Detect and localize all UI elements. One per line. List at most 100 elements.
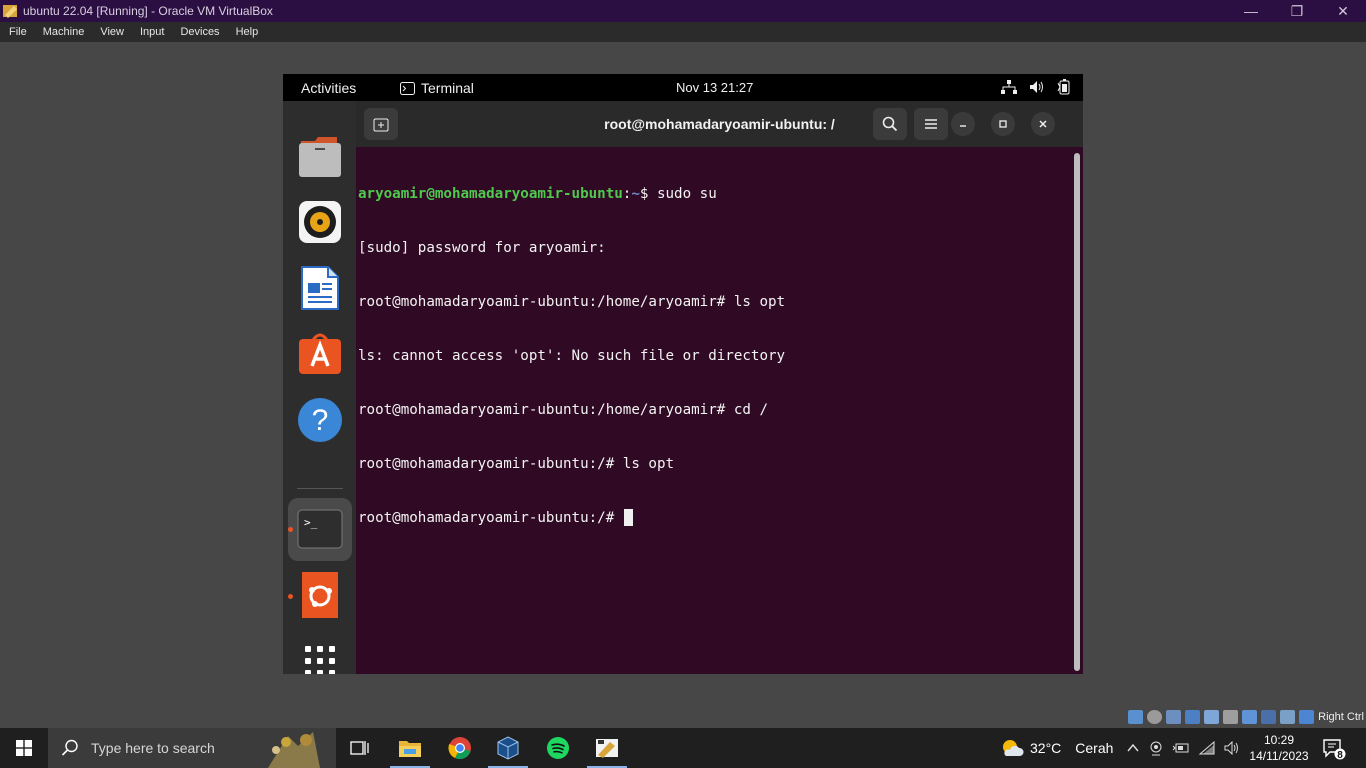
command-text: $ sudo su — [639, 186, 717, 202]
text-cursor — [623, 509, 633, 526]
show-apps-icon — [305, 646, 335, 674]
notification-count: 8 — [1337, 750, 1343, 761]
hard-disk-icon[interactable] — [1128, 710, 1144, 724]
taskbar-search-box[interactable]: Type here to search — [48, 728, 336, 768]
battery-charging-icon[interactable] — [1172, 741, 1190, 755]
weather-widget[interactable]: 32°C Cerah — [1000, 738, 1113, 758]
usb-icon[interactable] — [1204, 710, 1220, 724]
terminal-line: [sudo] password for aryoamir: — [358, 240, 606, 256]
ubuntu-installer-icon — [302, 572, 338, 618]
app-menu-terminal[interactable]: Terminal — [400, 80, 474, 96]
close-icon — [1039, 120, 1047, 128]
virtualbox-statusbar: Right Ctrl — [1128, 707, 1366, 727]
recording-icon[interactable] — [1261, 710, 1277, 724]
taskbar-chrome[interactable] — [436, 728, 484, 768]
prompt-path: ~ — [631, 186, 640, 202]
taskbar-spotify[interactable] — [534, 728, 582, 768]
windows-taskbar: Type here to search 32°C Cerah 10:29 14/… — [0, 728, 1366, 768]
taskbar-time: 10:29 — [1263, 733, 1295, 747]
menu-machine[interactable]: Machine — [34, 26, 92, 38]
running-indicator — [288, 527, 293, 532]
task-view-icon — [350, 741, 369, 755]
terminal-maximize-button[interactable] — [991, 112, 1015, 136]
start-button[interactable] — [0, 728, 48, 768]
spotify-icon — [547, 737, 569, 759]
battery-icon — [1057, 79, 1070, 95]
dock-files[interactable] — [297, 134, 343, 180]
search-icon — [61, 739, 78, 756]
weather-condition: Cerah — [1075, 740, 1114, 756]
topbar-clock[interactable]: Nov 13 21:27 — [676, 80, 753, 95]
menu-file[interactable]: File — [0, 26, 34, 38]
terminal-window[interactable]: root@mohamadaryoamir-ubuntu: / aryoamir@… — [356, 101, 1083, 674]
virtualbox-menubar: File Machine View Input Devices Help — [0, 22, 1366, 42]
taskbar-file-explorer[interactable] — [386, 728, 434, 768]
close-button[interactable]: ✕ — [1320, 0, 1366, 22]
dock-rhythmbox[interactable] — [297, 199, 343, 245]
menu-input[interactable]: Input — [131, 26, 171, 38]
notification-center-button[interactable]: 8 — [1322, 738, 1346, 761]
dock-help[interactable]: ? — [297, 397, 343, 443]
terminal-headerbar: root@mohamadaryoamir-ubuntu: / — [356, 101, 1083, 147]
system-tray[interactable] — [1001, 79, 1071, 95]
app-center-icon — [299, 333, 341, 374]
terminal-close-button[interactable] — [1031, 112, 1055, 136]
dock-ubuntu-installer[interactable] — [297, 572, 343, 618]
menu-help[interactable]: Help — [227, 26, 266, 38]
system-tray-icons — [1126, 740, 1242, 756]
libreoffice-writer-icon — [301, 266, 339, 310]
chevron-up-icon[interactable] — [1126, 741, 1140, 755]
terminal-line: aryoamir@mohamadaryoamir-ubuntu:~$ sudo … — [358, 185, 1068, 203]
virtualbox-cube-icon — [497, 736, 519, 760]
minimize-button[interactable]: — — [1228, 0, 1274, 22]
speaker-icon[interactable] — [1224, 741, 1242, 755]
terminal-line: root@mohamadaryoamir-ubuntu:/# — [358, 509, 1068, 527]
menu-devices[interactable]: Devices — [171, 26, 226, 38]
display-icon[interactable] — [1242, 710, 1258, 724]
mouse-integration-icon[interactable] — [1299, 710, 1315, 724]
help-glyph: ? — [312, 404, 329, 437]
taskbar-virtualbox-vm[interactable] — [583, 728, 631, 768]
file-explorer-icon — [399, 741, 421, 757]
terminal-icon: >_ — [297, 509, 343, 549]
guest-screen[interactable]: Activities Terminal Nov 13 21:27 ? >_ ro… — [283, 74, 1083, 674]
virtualbox-vm-icon — [596, 739, 618, 758]
webcam-icon[interactable] — [1148, 740, 1164, 756]
search-button[interactable] — [873, 108, 907, 140]
taskbar-clock[interactable]: 10:29 14/11/2023 — [1248, 732, 1310, 764]
host-key-label: Right Ctrl — [1318, 711, 1364, 723]
cpu-icon[interactable] — [1280, 710, 1296, 724]
task-view-button[interactable] — [336, 728, 384, 768]
terminal-scrollbar[interactable] — [1074, 153, 1080, 671]
dock-app-center[interactable] — [297, 330, 343, 376]
gnome-topbar: Activities Terminal Nov 13 21:27 — [283, 74, 1083, 101]
windows-logo-icon — [16, 740, 32, 756]
optical-drive-icon[interactable] — [1147, 710, 1163, 724]
files-icon — [299, 137, 341, 177]
activities-button[interactable]: Activities — [301, 80, 356, 96]
minimize-icon — [960, 125, 966, 127]
terminal-small-icon — [400, 81, 415, 95]
dock-show-apps[interactable] — [297, 638, 343, 674]
taskbar-virtualbox-manager[interactable] — [484, 728, 532, 768]
dock-libreoffice-writer[interactable] — [297, 265, 343, 311]
restore-button[interactable]: ❐ — [1274, 0, 1320, 22]
search-highlight-image — [268, 732, 320, 768]
menu-button[interactable] — [914, 108, 948, 140]
app-menu-label: Terminal — [421, 80, 474, 96]
network-adapter-icon[interactable] — [1185, 710, 1201, 724]
network-icon — [1001, 80, 1017, 94]
help-icon: ? — [298, 398, 342, 442]
terminal-output[interactable]: aryoamir@mohamadaryoamir-ubuntu:~$ sudo … — [358, 149, 1068, 669]
menu-view[interactable]: View — [91, 26, 131, 38]
taskbar-date: 14/11/2023 — [1249, 749, 1309, 763]
dock-terminal[interactable]: >_ — [297, 506, 343, 552]
audio-icon[interactable] — [1166, 710, 1182, 724]
terminal-minimize-button[interactable] — [951, 112, 975, 136]
terminal-line: root@mohamadaryoamir-ubuntu:/home/aryoam… — [358, 402, 768, 418]
terminal-glyph: >_ — [304, 516, 318, 529]
shared-folders-icon[interactable] — [1223, 710, 1239, 724]
window-title: ubuntu 22.04 [Running] - Oracle VM Virtu… — [23, 4, 273, 18]
wifi-icon[interactable] — [1198, 741, 1216, 755]
ubuntu-dock: ? >_ — [283, 101, 356, 674]
